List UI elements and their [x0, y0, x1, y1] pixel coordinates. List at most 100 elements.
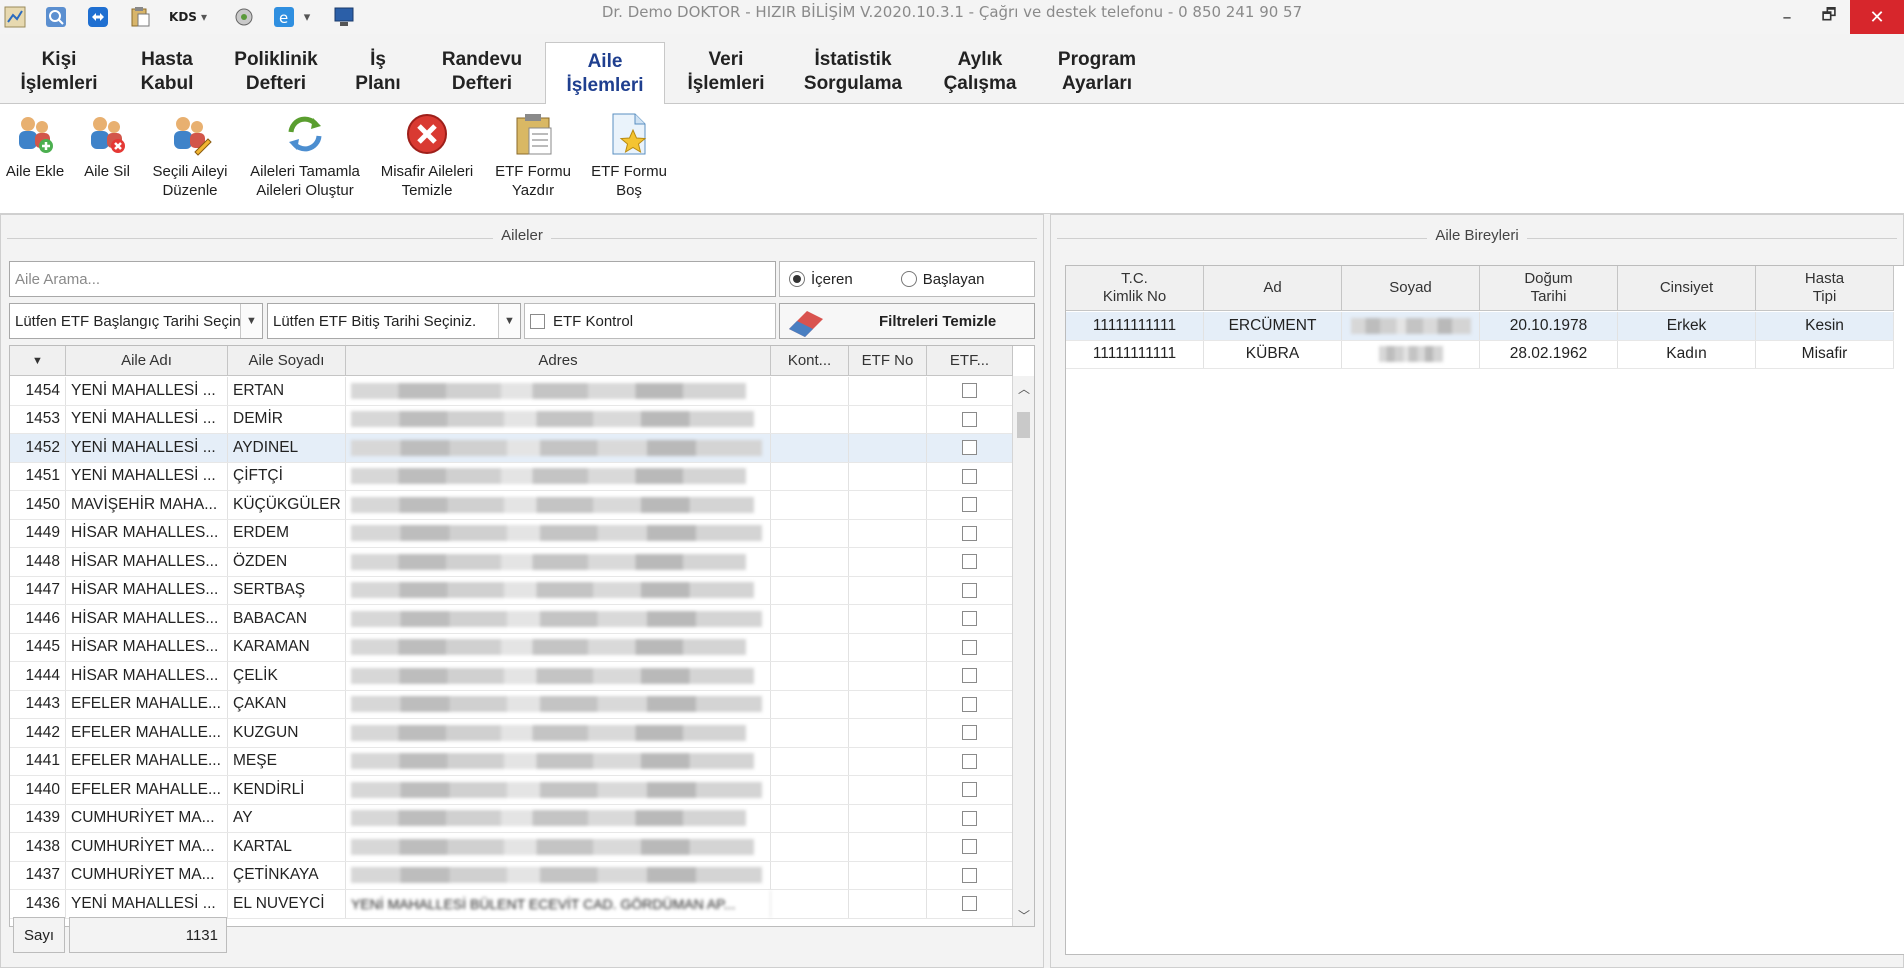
blank-etf-form-button[interactable]: ETF Formu Boş	[586, 112, 672, 200]
col-etf-header[interactable]: ETF...	[927, 346, 1013, 375]
etf-control-checkbox-field[interactable]: ETF Kontrol	[524, 303, 776, 339]
table-row[interactable]: 1446 HİSAR MAHALLES... BABACAN	[10, 605, 1014, 634]
etf-row-checkbox[interactable]	[962, 554, 977, 570]
etf-end-date-select[interactable]: Lütfen ETF Bitiş Tarihi Seçiniz. ▼	[267, 303, 521, 339]
etf-row-checkbox[interactable]	[962, 611, 977, 627]
scroll-up-icon[interactable]: ︿	[1018, 380, 1030, 397]
table-row[interactable]: 1443 EFELER MAHALLE... ÇAKAN	[10, 690, 1014, 719]
close-button[interactable]: ✕	[1850, 0, 1904, 34]
row-id: 1440	[10, 776, 66, 804]
etf-row-checkbox[interactable]	[962, 753, 977, 769]
etf-row-checkbox[interactable]	[962, 497, 977, 513]
row-address	[346, 462, 771, 490]
col-name-header[interactable]: Ad	[1204, 266, 1342, 310]
etf-row-checkbox[interactable]	[962, 839, 977, 855]
table-row[interactable]: 1450 MAVİŞEHİR MAHA... KÜÇÜKGÜLER	[10, 491, 1014, 520]
tab-poliklinik-defteri[interactable]: Poliklinik Defteri	[222, 40, 330, 104]
etf-row-checkbox[interactable]	[962, 725, 977, 741]
etf-row-checkbox[interactable]	[962, 440, 977, 456]
row-family-surname: SERTBAŞ	[228, 576, 346, 604]
clear-guest-families-button[interactable]: Misafir Aileleri Temizle	[372, 112, 482, 200]
chevron-down-icon[interactable]: ▼	[498, 304, 520, 338]
table-row[interactable]: 1442 EFELER MAHALLE... KUZGUN	[10, 719, 1014, 748]
scrollbar-thumb[interactable]	[1017, 412, 1030, 438]
table-row[interactable]: 1437 CUMHURİYET MA... ÇETİNKAYA	[10, 861, 1014, 890]
etf-row-checkbox[interactable]	[962, 383, 977, 399]
tab-istatistik-sorgulama[interactable]: İstatistik Sorgulama	[790, 40, 916, 104]
tab-program-ayarlari[interactable]: Program Ayarları	[1040, 40, 1154, 104]
table-row[interactable]: 1448 HİSAR MAHALLES... ÖZDEN	[10, 548, 1014, 577]
etf-row-checkbox[interactable]	[962, 810, 977, 826]
row-family-surname: KUZGUN	[228, 719, 346, 747]
etf-row-checkbox[interactable]	[962, 867, 977, 883]
col-birth-header[interactable]: Doğum Tarihi	[1480, 266, 1618, 310]
row-gender: Erkek	[1618, 312, 1756, 340]
etf-row-checkbox[interactable]	[962, 696, 977, 712]
tab-aylik-calisma[interactable]: Aylık Çalışma	[928, 40, 1032, 104]
families-scrollbar[interactable]: ︿ ﹀	[1012, 376, 1034, 926]
scroll-down-icon[interactable]: ﹀	[1018, 907, 1030, 924]
table-row[interactable]: 11111111111 ERCÜMENT 20.10.1978 Erkek Kesin	[1066, 312, 1894, 341]
table-row[interactable]: 1441 EFELER MAHALLE... MEŞE	[10, 747, 1014, 776]
row-id: 1445	[10, 633, 66, 661]
tab-hasta-kabul[interactable]: Hasta Kabul	[118, 40, 216, 104]
row-id: 1441	[10, 747, 66, 775]
restore-button[interactable]: 🗗	[1804, 0, 1854, 34]
complete-families-button[interactable]: Aileleri Tamamla Aileleri Oluştur	[244, 112, 366, 200]
table-row[interactable]: 1454 YENİ MAHALLESİ ... ERTAN	[10, 377, 1014, 406]
col-family-name-header[interactable]: Aile Adı	[66, 346, 228, 375]
radio-contains[interactable]	[789, 271, 805, 287]
table-row[interactable]: 1438 CUMHURİYET MA... KARTAL	[10, 833, 1014, 862]
edit-selected-family-button[interactable]: Seçili Aileyi Düzenle	[144, 112, 236, 200]
etf-row-checkbox[interactable]	[962, 668, 977, 684]
etf-row-checkbox[interactable]	[962, 782, 977, 798]
row-control	[771, 491, 849, 519]
tab-is-plani[interactable]: İş Planı	[340, 40, 416, 104]
col-address-header[interactable]: Adres	[346, 346, 771, 375]
table-row[interactable]: 1440 EFELER MAHALLE... KENDİRLİ	[10, 776, 1014, 805]
row-control	[771, 462, 849, 490]
row-address	[346, 576, 771, 604]
col-gender-header[interactable]: Cinsiyet	[1618, 266, 1756, 310]
table-row[interactable]: 1439 CUMHURİYET MA... AY	[10, 804, 1014, 833]
family-search-input[interactable]: Aile Arama...	[9, 261, 776, 297]
tab-aile-islemleri[interactable]: Aile İşlemleri	[545, 42, 665, 105]
etf-row-checkbox[interactable]	[962, 411, 977, 427]
table-row[interactable]: 1447 HİSAR MAHALLES... SERTBAŞ	[10, 576, 1014, 605]
tab-veri-islemleri[interactable]: Veri İşlemleri	[672, 40, 780, 104]
etf-start-date-select[interactable]: Lütfen ETF Başlangıç Tarihi Seçiniz. ▼	[9, 303, 263, 339]
radio-starts[interactable]	[900, 271, 917, 287]
etf-row-checkbox[interactable]	[962, 896, 977, 912]
tab-kisi-islemleri[interactable]: Kişi İşlemleri	[6, 40, 112, 104]
etf-row-checkbox[interactable]	[962, 582, 977, 598]
print-etf-form-button[interactable]: ETF Formu Yazdır	[490, 112, 576, 200]
tab-randevu-defteri[interactable]: Randevu Defteri	[426, 40, 538, 104]
col-family-surname-header[interactable]: Aile Soyadı	[228, 346, 346, 375]
table-row[interactable]: 1449 HİSAR MAHALLES... ERDEM	[10, 519, 1014, 548]
etf-row-checkbox[interactable]	[962, 468, 977, 484]
table-row[interactable]: 1445 HİSAR MAHALLES... KARAMAN	[10, 633, 1014, 662]
families-grid-header: ▼ Aile Adı Aile Soyadı Adres Kont... ETF…	[10, 346, 1013, 376]
delete-family-button[interactable]: Aile Sil	[78, 112, 136, 181]
col-control-header[interactable]: Kont...	[771, 346, 849, 375]
table-row[interactable]: 1453 YENİ MAHALLESİ ... DEMİR	[10, 405, 1014, 434]
col-id-header[interactable]: ▼	[10, 346, 66, 375]
chevron-down-icon[interactable]: ▼	[240, 304, 262, 338]
table-row[interactable]: 1436 YENİ MAHALLESİ ... EL NUVEYCİ YENİ MAH…	[10, 890, 1014, 919]
table-row[interactable]: 1452 YENİ MAHALLESİ ... AYDINEL	[10, 434, 1014, 463]
etf-control-checkbox[interactable]	[530, 313, 545, 329]
clear-filters-button[interactable]: Filtreleri Temizle	[779, 303, 1035, 339]
table-row[interactable]: 11111111111 KÜBRA 28.02.1962 Kadın Misafir	[1066, 340, 1894, 369]
etf-row-checkbox[interactable]	[962, 525, 977, 541]
form-print-icon	[511, 112, 555, 156]
table-row[interactable]: 1444 HİSAR MAHALLES... ÇELİK	[10, 662, 1014, 691]
etf-row-checkbox[interactable]	[962, 639, 977, 655]
col-tc-header[interactable]: T.C. Kimlik No	[1066, 266, 1204, 310]
add-family-button[interactable]: Aile Ekle	[2, 112, 68, 181]
row-address	[346, 605, 771, 633]
table-row[interactable]: 1451 YENİ MAHALLESİ ... ÇİFTÇİ	[10, 462, 1014, 491]
col-patient-type-header[interactable]: Hasta Tipi	[1756, 266, 1894, 310]
col-surname-header[interactable]: Soyad	[1342, 266, 1480, 310]
col-etf-no-header[interactable]: ETF No	[849, 346, 927, 375]
row-address	[346, 434, 771, 462]
